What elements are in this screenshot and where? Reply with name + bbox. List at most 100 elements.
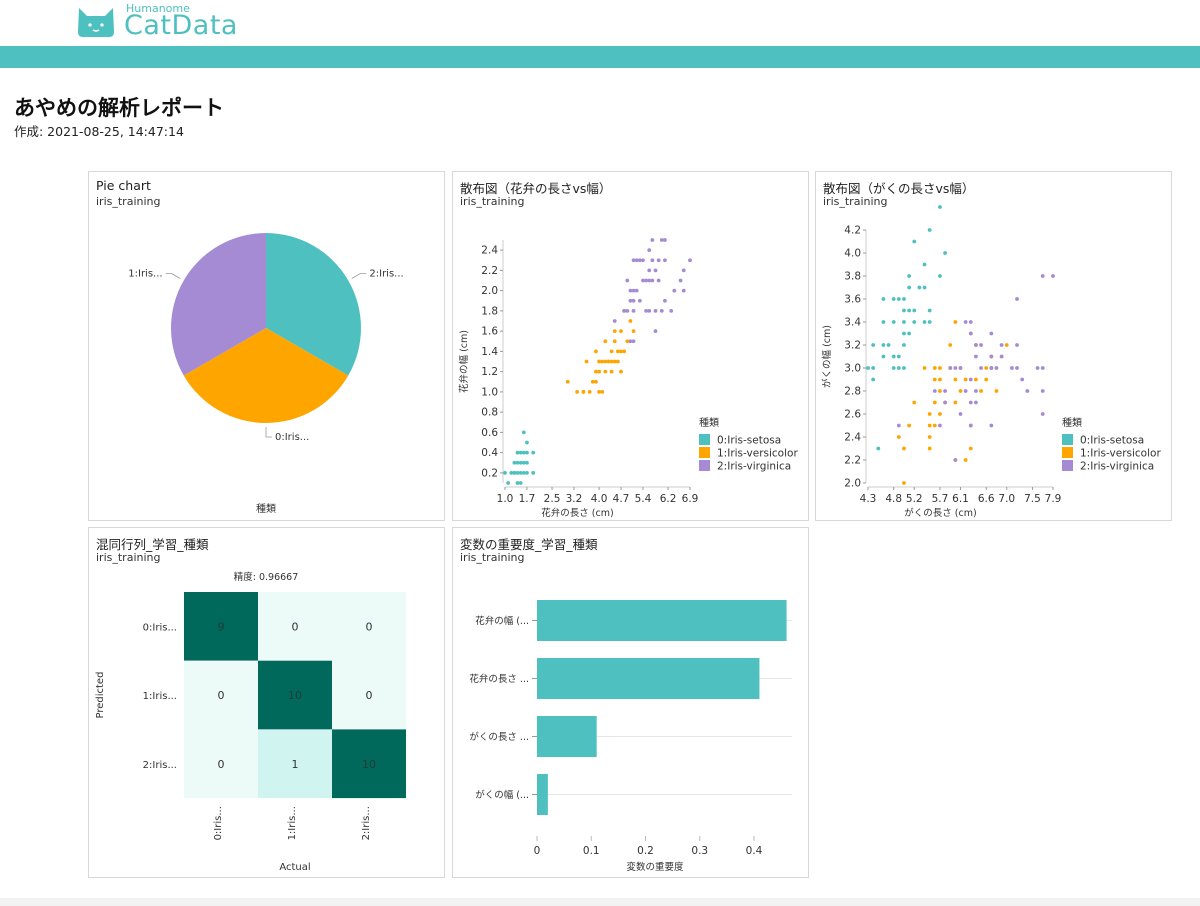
scatter-point: [512, 470, 517, 475]
scatter-point: [631, 308, 636, 313]
y-tick-label: 2.4: [844, 432, 861, 444]
y-tick-label: 2.6: [844, 409, 861, 421]
y-tick-label: 0.2: [481, 467, 498, 479]
scatter-point: [953, 458, 958, 462]
legend-swatch: [1062, 460, 1073, 471]
y-tick-label: 3.4: [844, 317, 861, 329]
scatter-point: [943, 400, 947, 405]
scatter-point: [979, 389, 983, 393]
matrix-cell-value: 0: [366, 689, 373, 702]
scatter-point: [943, 389, 947, 393]
app-header: Humanome CatData: [0, 0, 1200, 46]
scatter-point: [681, 288, 686, 293]
scatter-point: [902, 297, 906, 301]
catdata-logo[interactable]: Humanome CatData: [76, 2, 276, 44]
scatter-point: [681, 268, 686, 273]
x-tick-label: 7.0: [998, 493, 1015, 505]
matrix-cell-value: 1: [292, 758, 299, 771]
scatter-point: [663, 258, 667, 263]
pie-leader-line: [165, 273, 181, 279]
scatter-point: [647, 248, 652, 253]
scatter-point: [515, 450, 520, 455]
y-tick-label: 0.8: [481, 407, 498, 419]
x-tick-label: 4.8: [885, 493, 902, 505]
scatter-point: [521, 450, 526, 455]
y-tick-label: 1.4: [481, 346, 498, 358]
y-tick-label: 3.8: [844, 271, 861, 283]
confusion-matrix: 精度: 0.96667 9 0 0 0 10 0 0 1 10 0:Iris... 1:Iris...…: [95, 571, 406, 873]
scatter-point: [653, 329, 658, 334]
scatter-point: [938, 423, 942, 428]
scatter-point: [984, 366, 989, 370]
y-tick-label: 2.2: [844, 455, 861, 467]
scatter-point: [597, 369, 601, 374]
scatter-point: [525, 440, 529, 445]
y-tick-label: 0.4: [481, 447, 498, 459]
scatter-point: [963, 377, 968, 382]
y-tick-label: 2.0: [844, 478, 861, 490]
scatter-point: [647, 308, 652, 313]
scatter-point: [896, 354, 901, 359]
scatter-point: [927, 308, 932, 313]
scatter-point: [989, 423, 994, 428]
scatter-point: [979, 343, 983, 347]
x-axis-title: 花弁の長さ (cm): [541, 507, 613, 519]
y-tick-label: 4.0: [844, 248, 861, 260]
scatter-point: [994, 389, 999, 393]
scatter-point: [650, 258, 655, 263]
scatter-point: [628, 298, 633, 303]
scatter-point: [886, 343, 891, 347]
scatter-point: [953, 400, 958, 405]
col-label: 1:Iris...: [287, 806, 298, 840]
scatter-point: [902, 343, 906, 347]
scatter-point: [938, 389, 942, 393]
scatter-point: [932, 400, 937, 405]
matrix-cell-value: 10: [288, 689, 302, 702]
scatter-point: [948, 366, 953, 370]
legend-label: 2:Iris-virginica: [1080, 461, 1154, 473]
row-label: 2:Iris...: [143, 760, 177, 771]
matrix-cell-value: 0: [292, 620, 299, 633]
scatter-point: [594, 379, 598, 384]
importance-bar: [537, 600, 787, 641]
scatter-point: [989, 354, 994, 359]
scatter-point: [953, 377, 958, 382]
scatter-point: [974, 343, 978, 347]
scatter-point: [974, 377, 978, 382]
brand-name: CatData: [124, 10, 238, 41]
x-tick-label: 4.3: [860, 493, 877, 505]
scatter-point: [896, 297, 901, 301]
scatter-point: [503, 470, 507, 475]
panel-title: Pie chart: [96, 178, 151, 193]
scatter-point: [902, 320, 906, 324]
scatter-point: [663, 238, 667, 242]
scatter-point: [979, 366, 983, 370]
col-label: 2:Iris...: [361, 806, 372, 840]
x-axis-title: 変数の重要度: [626, 861, 684, 873]
category-label: がくの長さ ...: [469, 731, 529, 743]
x-tick-label: 2.5: [544, 493, 561, 505]
x-tick-label: 4.7: [613, 493, 630, 505]
pie-chart: 種類 2:Iris... 0:Iris... 1:Iris...: [128, 233, 404, 515]
scatter-point: [631, 339, 636, 344]
scatter-point: [963, 458, 968, 462]
x-tick-label: 0.1: [583, 845, 600, 857]
legend-title: 種類: [1062, 416, 1082, 429]
x-tick-label: 1.0: [497, 493, 514, 505]
scatter-point: [896, 435, 901, 439]
scatter-point: [907, 423, 912, 428]
scatter-point: [932, 423, 937, 428]
matrix-cell-value: 0: [218, 758, 225, 771]
scatter-point: [1015, 343, 1019, 347]
scatter-point: [663, 298, 667, 303]
scatter-point: [1035, 366, 1040, 370]
scatter-point: [603, 369, 608, 374]
scatter-point: [628, 319, 633, 323]
x-tick-label: 6.2: [660, 493, 677, 505]
scatter-point: [650, 238, 655, 242]
footer-bar: [0, 898, 1200, 906]
scatter-point: [612, 329, 617, 334]
scatter-point: [927, 435, 932, 439]
scatter-point: [958, 412, 963, 416]
x-tick-label: 4.0: [591, 493, 608, 505]
